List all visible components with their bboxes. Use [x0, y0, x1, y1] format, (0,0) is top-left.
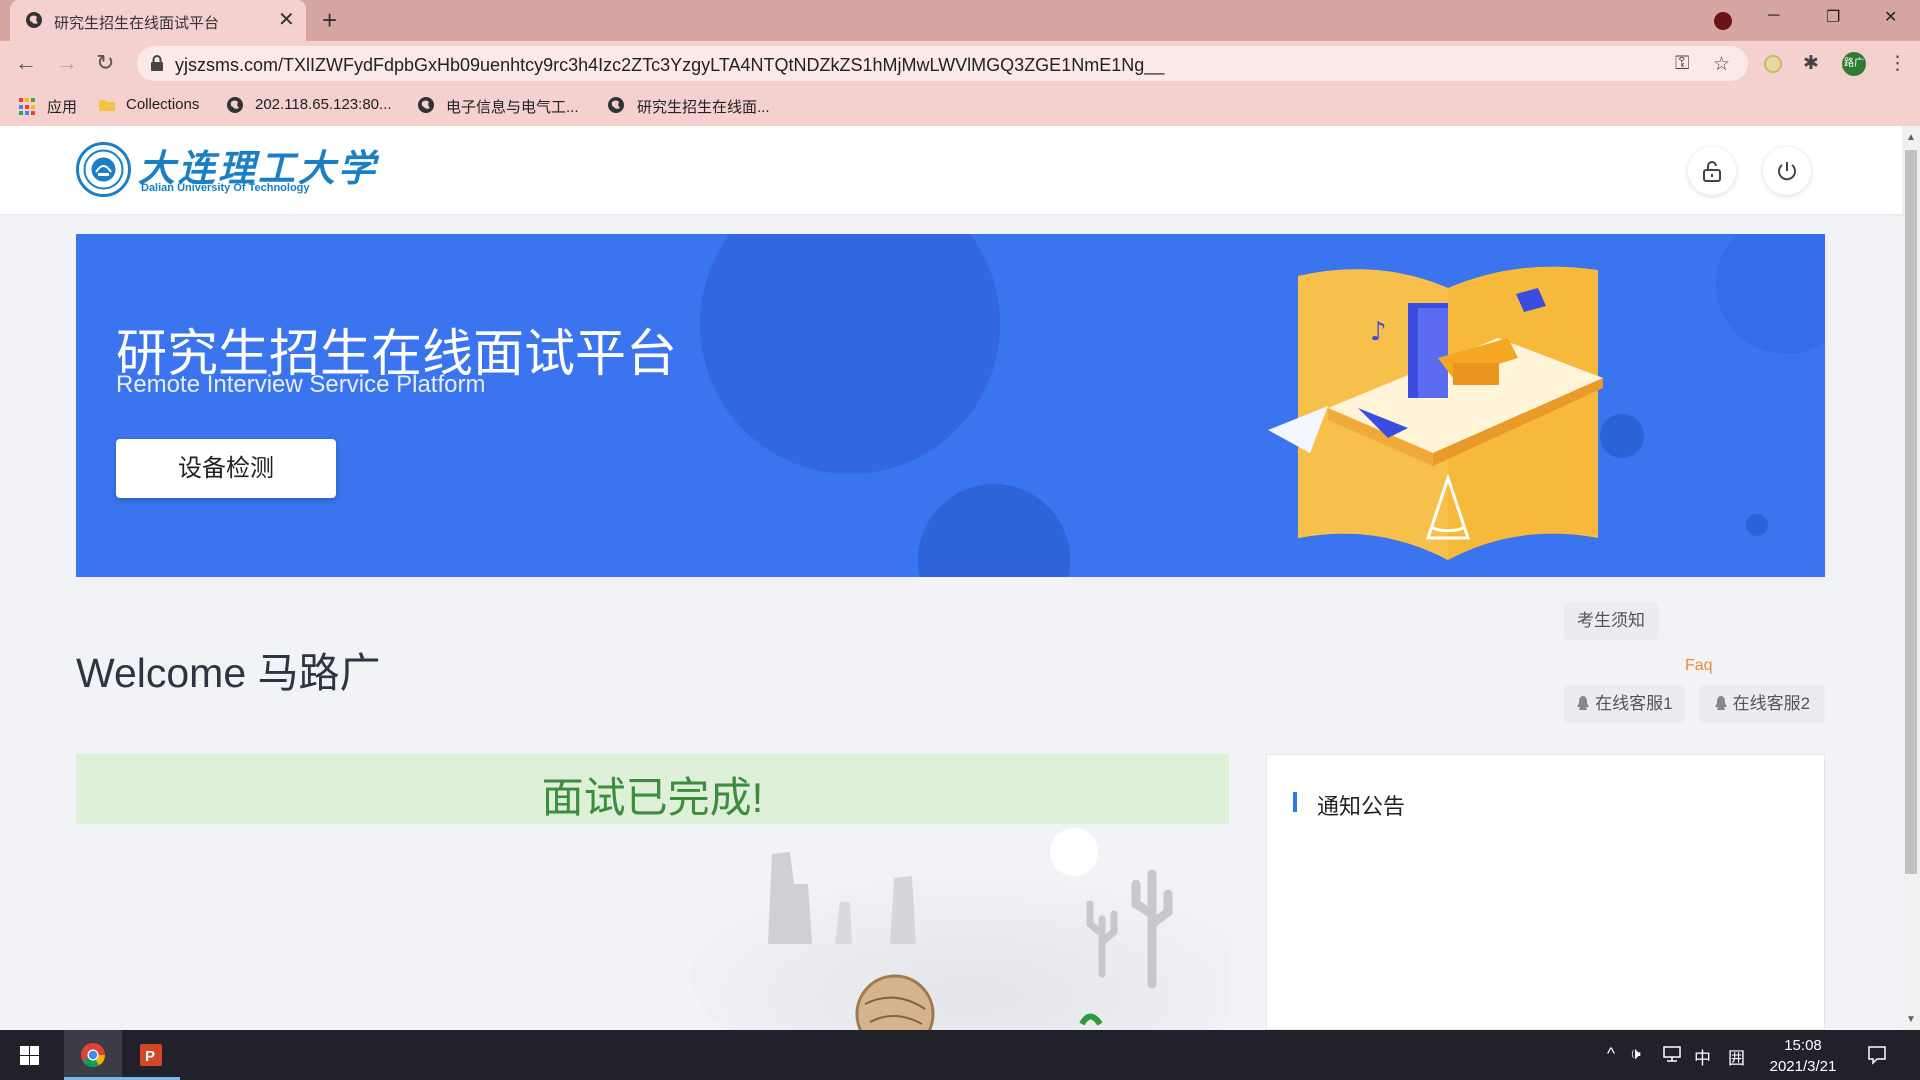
- qq-penguin-icon: [1577, 696, 1590, 710]
- ime-mode-icon[interactable]: 囲: [1728, 1044, 1745, 1069]
- forward-button[interactable]: →: [56, 50, 78, 76]
- page-viewport: 大连理工大学 Dalian University Of Technology 研…: [0, 126, 1902, 1030]
- system-clock[interactable]: 15:08 2021/3/21: [1760, 1035, 1846, 1077]
- globe-icon: [418, 97, 434, 113]
- change-password-button[interactable]: [1688, 147, 1736, 195]
- online-service-2-button[interactable]: 在线客服2: [1699, 685, 1825, 723]
- key-icon[interactable]: ⚿: [1675, 53, 1689, 75]
- profile-avatar[interactable]: 路广: [1842, 52, 1866, 76]
- extension-circle-icon[interactable]: [1763, 54, 1783, 74]
- tray-expand-icon[interactable]: ^: [1607, 1044, 1615, 1064]
- maximize-button[interactable]: ❐: [1826, 7, 1840, 27]
- decor-circle: [1746, 514, 1768, 536]
- bookmark-star-icon[interactable]: ☆: [1713, 53, 1730, 76]
- powerpoint-icon: P: [140, 1044, 162, 1066]
- bookmark-eie[interactable]: 电子信息与电气工...: [446, 96, 579, 117]
- notification-center-icon[interactable]: [1867, 1045, 1887, 1065]
- reload-button[interactable]: ↻: [96, 50, 114, 76]
- decor-circle: [700, 234, 1000, 474]
- back-button[interactable]: ←: [15, 50, 37, 76]
- decor-circle: [1716, 234, 1825, 354]
- apps-grid-icon: [19, 98, 37, 116]
- network-icon[interactable]: [1663, 1046, 1681, 1062]
- taskbar-powerpoint[interactable]: P: [122, 1030, 180, 1080]
- decor-circle: [918, 484, 1070, 577]
- power-icon: [1778, 162, 1796, 181]
- faq-link[interactable]: Faq: [1685, 657, 1713, 675]
- announcement-title: 通知公告: [1317, 794, 1406, 819]
- online-service-2-label: 在线客服2: [1732, 694, 1811, 713]
- university-emblem-icon[interactable]: [76, 142, 131, 197]
- browser-toolbar: ← → ↻ yjszsms.com/TXlIZWFydFdpbGxHb09uen…: [0, 41, 1920, 86]
- browser-menu-icon[interactable]: ⋮: [1888, 52, 1907, 75]
- extensions-puzzle-icon[interactable]: ✱: [1803, 52, 1819, 75]
- clock-date: 2021/3/21: [1769, 1058, 1837, 1075]
- windows-start-icon[interactable]: [20, 1046, 39, 1065]
- bookmark-apps[interactable]: 应用: [47, 96, 77, 117]
- scroll-down-arrow-icon[interactable]: ▼: [1906, 1014, 1916, 1025]
- lock-icon: [151, 55, 163, 71]
- bookmark-ip[interactable]: 202.118.65.123:80...: [255, 96, 392, 113]
- bookmark-collections[interactable]: Collections: [126, 96, 199, 113]
- globe-icon: [26, 12, 42, 28]
- logout-button[interactable]: [1763, 147, 1811, 195]
- tab-title: 研究生招生在线面试平台: [54, 15, 220, 32]
- new-tab-button[interactable]: +: [322, 5, 337, 36]
- browser-tab-active[interactable]: 研究生招生在线面试平台 ✕: [10, 0, 306, 41]
- site-header: 大连理工大学 Dalian University Of Technology: [0, 126, 1902, 214]
- announcement-panel: 通知公告: [1266, 754, 1825, 1030]
- scroll-up-arrow-icon[interactable]: ▲: [1906, 132, 1916, 143]
- browser-tabbar: 研究生招生在线面试平台 ✕ + ─ ❐ ✕: [0, 0, 1920, 41]
- lock-open-icon: [1703, 161, 1721, 182]
- close-window-button[interactable]: ✕: [1884, 7, 1897, 27]
- chrome-icon: [81, 1043, 105, 1068]
- book-illustration-icon: ♪: [1268, 266, 1603, 560]
- profile-indicator-icon[interactable]: [1714, 12, 1732, 30]
- svg-text:♪: ♪: [1370, 317, 1387, 347]
- tab-close-icon[interactable]: ✕: [278, 7, 295, 32]
- globe-icon: [608, 97, 624, 113]
- clock-time: 15:08: [1784, 1037, 1822, 1054]
- bookmarks-bar: 应用 Collections 202.118.65.123:80... 电子信息…: [0, 86, 1920, 126]
- address-bar[interactable]: yjszsms.com/TXlIZWFydFdpbGxHb09uenhtcy9r…: [137, 46, 1748, 81]
- online-service-1-label: 在线客服1: [1595, 694, 1673, 713]
- logo-english-name: Dalian University Of Technology: [141, 182, 310, 194]
- taskbar-chrome[interactable]: [64, 1030, 122, 1080]
- announcement-accent-bar: [1293, 792, 1297, 812]
- interview-complete-text: 面试已完成!: [541, 774, 764, 821]
- hero-banner: 研究生招生在线面试平台 Remote Interview Service Pla…: [76, 234, 1825, 577]
- bookmark-interview[interactable]: 研究生招生在线面...: [637, 96, 770, 117]
- qq-penguin-icon: [1714, 696, 1727, 710]
- url-text[interactable]: yjszsms.com/TXlIZWFydFdpbGxHb09uenhtcy9r…: [175, 55, 1164, 76]
- globe-icon: [227, 97, 243, 113]
- online-service-1-button[interactable]: 在线客服1: [1564, 685, 1685, 723]
- volume-icon[interactable]: 🕩: [1630, 1044, 1641, 1064]
- ime-language-indicator[interactable]: 中: [1694, 1044, 1711, 1069]
- windows-taskbar: P ^ 🕩 中 囲 15:08 2021/3/21: [0, 1030, 1920, 1080]
- minimize-button[interactable]: ─: [1768, 7, 1779, 25]
- scrollbar-thumb[interactable]: [1905, 150, 1917, 874]
- svg-text:P: P: [145, 1048, 155, 1065]
- candidate-notice-button[interactable]: 考生须知: [1564, 602, 1658, 640]
- folder-icon: [99, 100, 115, 111]
- interview-status-banner: 面试已完成!: [76, 754, 1229, 824]
- welcome-message: Welcome 马路广: [76, 650, 381, 696]
- banner-subtitle: Remote Interview Service Platform: [116, 371, 486, 398]
- page-scrollbar[interactable]: ▲ ▼: [1902, 126, 1920, 1030]
- desert-empty-illustration-icon: [690, 828, 1230, 1030]
- device-check-button[interactable]: 设备检测: [116, 439, 336, 498]
